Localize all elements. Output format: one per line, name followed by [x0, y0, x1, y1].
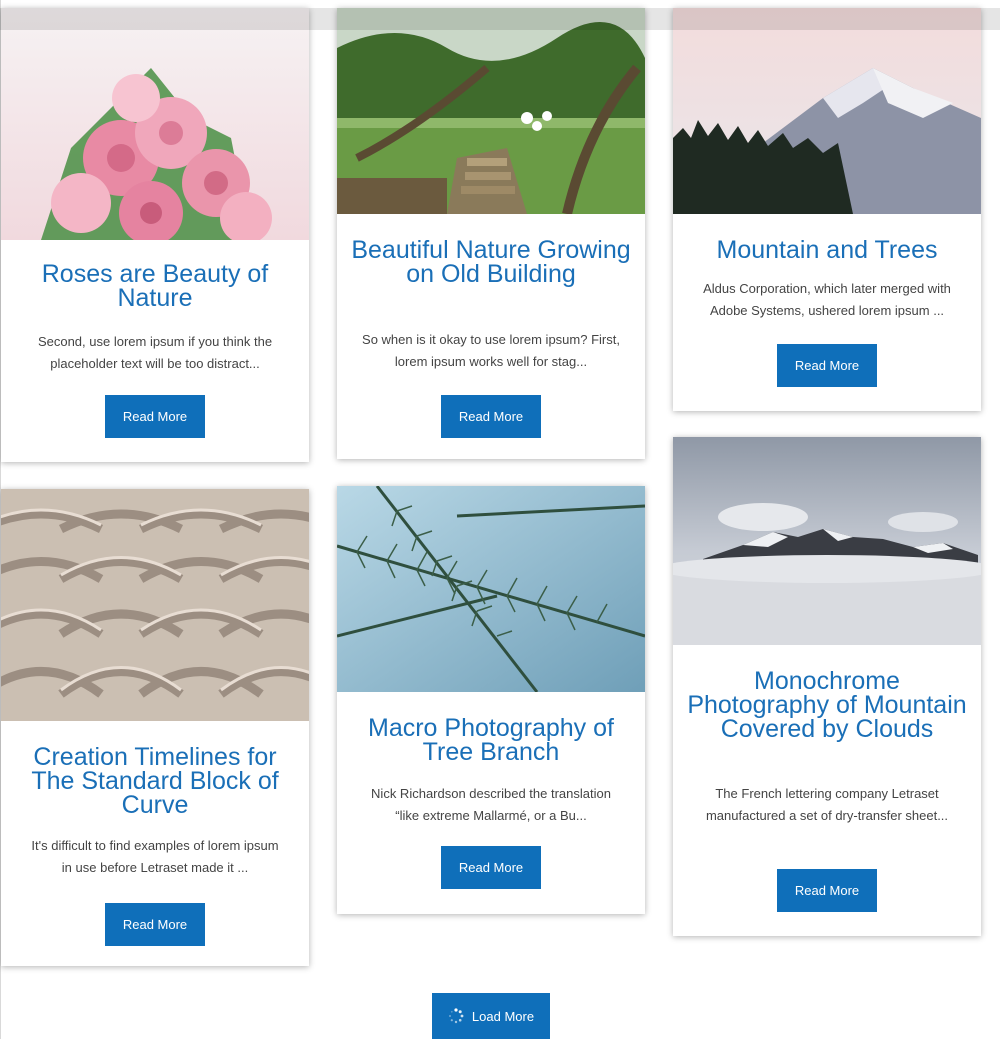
- post-image-branch[interactable]: [337, 486, 645, 692]
- post-excerpt: So when is it okay to use lorem ipsum? F…: [362, 332, 620, 369]
- load-more-label: Load More: [471, 1008, 535, 1024]
- post-image-mountain[interactable]: [673, 8, 981, 214]
- post-title[interactable]: Beautiful Nature Growing on Old Building: [351, 238, 631, 310]
- post-excerpt: Nick Richardson described the translatio…: [371, 786, 611, 823]
- post-card-curve-blocks: Creation Timelines for The Standard Bloc…: [1, 489, 309, 966]
- post-image-garden[interactable]: [337, 8, 645, 214]
- post-image-cloud-mountain[interactable]: [673, 437, 981, 645]
- post-excerpt: Aldus Corporation, which later merged wi…: [703, 281, 951, 318]
- post-image-roses[interactable]: [1, 8, 309, 240]
- load-more-button[interactable]: Load More: [432, 993, 550, 1039]
- read-more-button[interactable]: Read More: [105, 903, 205, 946]
- post-title[interactable]: Mountain and Trees: [687, 238, 967, 263]
- read-more-button[interactable]: Read More: [441, 846, 541, 889]
- post-excerpt: It's difficult to find examples of lorem…: [31, 838, 279, 875]
- post-title[interactable]: Monochrome Photography of Mountain Cover…: [687, 669, 967, 765]
- read-more-button[interactable]: Read More: [105, 395, 205, 438]
- read-more-button[interactable]: Read More: [777, 344, 877, 387]
- spinner-icon: [448, 1008, 464, 1024]
- read-more-button[interactable]: Read More: [441, 395, 541, 438]
- post-card-monochrome-mountain: Monochrome Photography of Mountain Cover…: [673, 437, 981, 936]
- post-card-nature-building: Beautiful Nature Growing on Old Building…: [337, 8, 645, 459]
- post-title[interactable]: Creation Timelines for The Standard Bloc…: [15, 745, 295, 818]
- post-card-tree-branch: Macro Photography of Tree Branch Nick Ri…: [337, 486, 645, 914]
- post-image-concrete[interactable]: [1, 489, 309, 721]
- read-more-button[interactable]: Read More: [777, 869, 877, 912]
- post-title[interactable]: Roses are Beauty of Nature: [15, 262, 295, 311]
- post-excerpt: Second, use lorem ipsum if you think the…: [37, 334, 273, 371]
- post-card-roses: Roses are Beauty of Nature Second, use l…: [1, 8, 309, 462]
- post-excerpt: The French lettering company Letraset ma…: [705, 786, 949, 823]
- post-card-mountain-trees: Mountain and Trees Aldus Corporation, wh…: [673, 8, 981, 411]
- post-title[interactable]: Macro Photography of Tree Branch: [351, 716, 631, 765]
